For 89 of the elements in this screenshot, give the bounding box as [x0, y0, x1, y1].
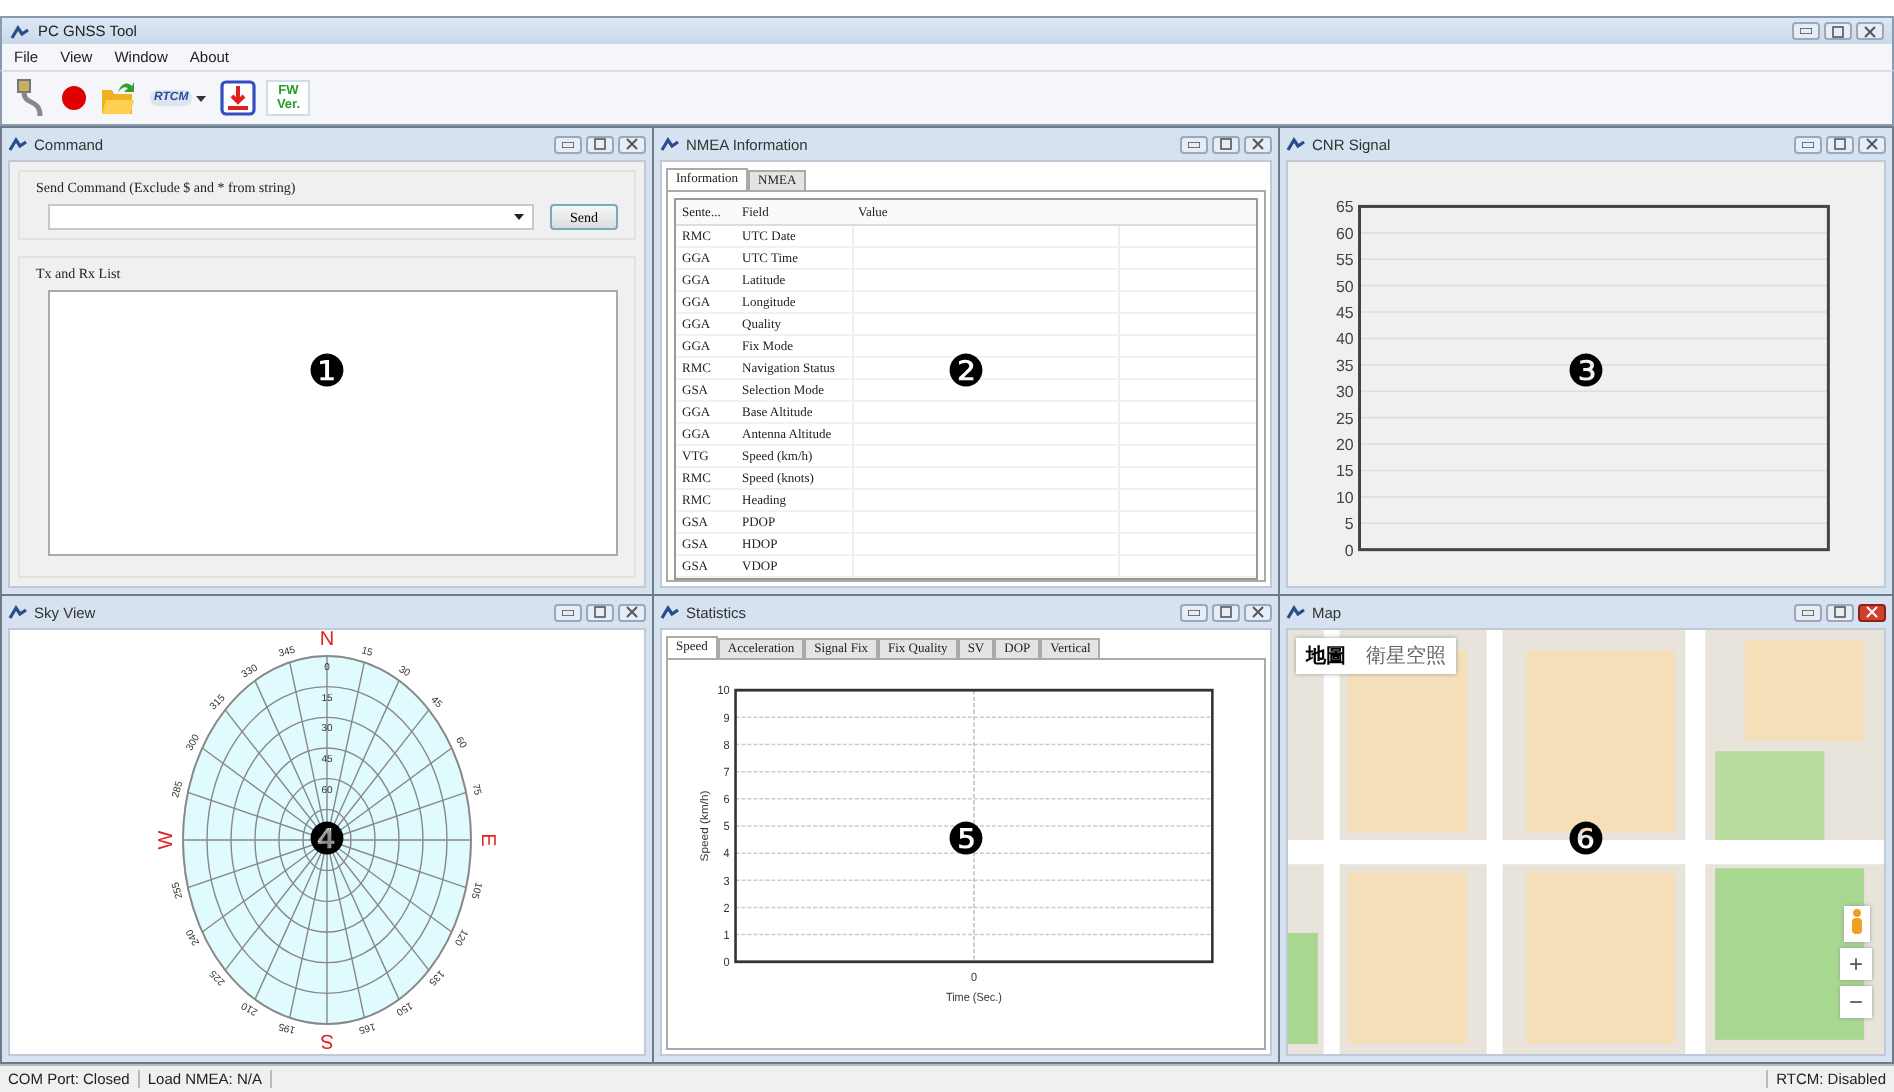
maximize-button[interactable] [586, 603, 614, 621]
minimize-button[interactable] [1180, 135, 1208, 153]
y-tick-label: 65 [1335, 198, 1354, 217]
maximize-icon [1834, 606, 1846, 618]
y-tick-label: 0 [1344, 541, 1354, 560]
maximize-button[interactable] [1826, 135, 1854, 153]
minimize-button[interactable] [1794, 603, 1822, 621]
app-icon [660, 604, 680, 620]
y-tick-label: 25 [1335, 409, 1354, 428]
minimize-icon [1188, 141, 1200, 147]
y-tick-label: 30 [1335, 383, 1354, 402]
close-icon [1252, 138, 1264, 150]
y-tick-label: 20 [1335, 436, 1354, 455]
app-icon [8, 136, 28, 152]
download-icon [220, 80, 257, 116]
app-icon [660, 136, 680, 152]
cable-icon [16, 78, 48, 118]
person-icon [1849, 908, 1863, 936]
close-button[interactable] [618, 135, 646, 153]
close-icon [1866, 138, 1878, 150]
dropdown-caret-icon [514, 214, 524, 220]
close-button[interactable] [1856, 22, 1884, 40]
maximize-icon [1220, 138, 1232, 150]
y-tick-label: 45 [1335, 304, 1354, 323]
close-button[interactable] [618, 603, 646, 621]
callout-number: ❻ [1566, 820, 1606, 864]
callout-number: ❷ [946, 352, 986, 396]
tx-rx-list-box[interactable] [48, 290, 618, 556]
caret-icon [196, 95, 207, 101]
compass-label: S [320, 1029, 334, 1051]
minimize-icon [1802, 609, 1814, 615]
minimize-icon [1800, 28, 1812, 34]
y-tick-label: 50 [1335, 277, 1354, 296]
y-tick-label: 5 [1344, 515, 1354, 534]
record-icon [60, 84, 88, 112]
maximize-button[interactable] [586, 135, 614, 153]
maximize-icon [594, 138, 606, 150]
minimize-button[interactable] [554, 135, 582, 153]
compass-label: W [156, 830, 178, 850]
minimize-button[interactable] [1180, 603, 1208, 621]
callout-number: ❸ [1566, 352, 1606, 396]
callout-number: ❺ [946, 820, 986, 864]
map-type-button[interactable]: 地圖 [1296, 638, 1356, 674]
maximize-button[interactable] [1212, 603, 1240, 621]
app-icon [8, 604, 28, 620]
minimize-icon [1802, 141, 1814, 147]
callout-number: ❹ [307, 820, 347, 864]
zoom-out-button[interactable]: − [1840, 986, 1872, 1018]
callout-number: ❶ [307, 352, 347, 396]
minimize-icon [562, 609, 574, 615]
maximize-icon [1834, 138, 1846, 150]
toolbar-button[interactable] [98, 80, 138, 116]
folder-icon [100, 80, 136, 116]
minimize-button[interactable] [1792, 22, 1820, 40]
close-button[interactable] [1858, 603, 1886, 621]
toolbar-button[interactable] [218, 80, 259, 116]
maximize-button[interactable] [1212, 135, 1240, 153]
close-icon [1252, 606, 1264, 618]
y-tick-label: 40 [1335, 330, 1354, 349]
maximize-button[interactable] [1824, 22, 1852, 40]
close-button[interactable] [1858, 135, 1886, 153]
close-button[interactable] [1244, 603, 1272, 621]
toolbar-button[interactable] [58, 84, 90, 112]
y-tick-label: 10 [1335, 488, 1354, 507]
minimize-button[interactable] [554, 603, 582, 621]
minimize-icon [1188, 609, 1200, 615]
app-icon [1286, 604, 1306, 620]
close-icon [1866, 606, 1878, 618]
close-icon [1864, 25, 1876, 37]
close-button[interactable] [1244, 135, 1272, 153]
maximize-icon [594, 606, 606, 618]
zoom-in-button[interactable]: + [1840, 948, 1872, 980]
map-type-button[interactable]: 衛星空照 [1356, 638, 1456, 674]
app-icon [1286, 136, 1306, 152]
close-icon [626, 138, 638, 150]
compass-label: E [476, 833, 498, 847]
y-tick-label: 35 [1335, 356, 1354, 375]
maximize-icon [1220, 606, 1232, 618]
app-icon [10, 23, 30, 39]
close-icon [626, 606, 638, 618]
minimize-icon [562, 141, 574, 147]
maximize-icon [1832, 25, 1844, 37]
y-tick-label: 55 [1335, 251, 1354, 270]
maximize-button[interactable] [1826, 603, 1854, 621]
street-view-button[interactable] [1843, 906, 1869, 942]
compass-label: N [319, 630, 335, 651]
y-tick-label: 15 [1335, 462, 1354, 481]
minimize-button[interactable] [1794, 135, 1822, 153]
y-tick-label: 60 [1335, 224, 1354, 243]
